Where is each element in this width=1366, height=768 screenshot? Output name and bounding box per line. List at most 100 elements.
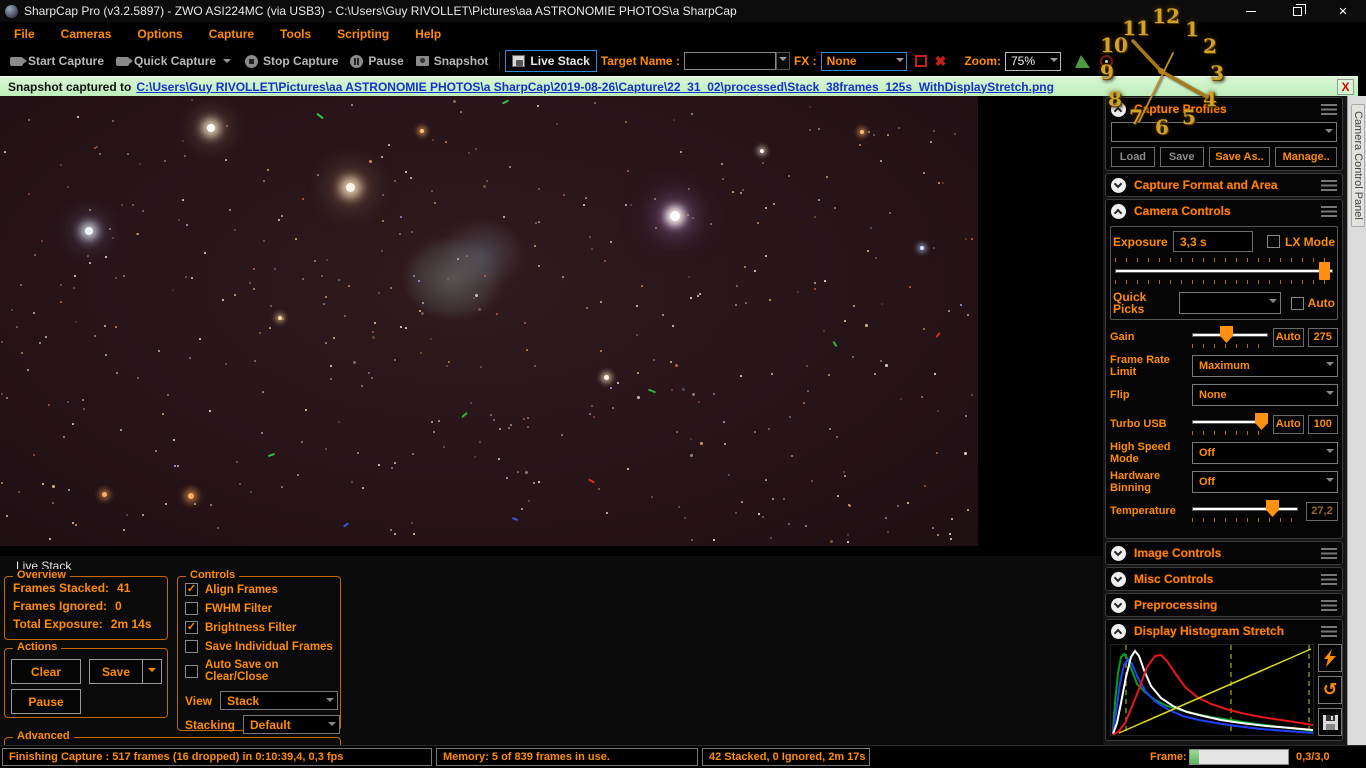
selection-area-icon[interactable] [914, 55, 927, 67]
exposure-value[interactable]: 3,3 s [1173, 231, 1253, 252]
star [388, 144, 390, 146]
flip-select[interactable]: None [1192, 384, 1338, 406]
menu-help[interactable]: Help [415, 27, 441, 41]
star [185, 276, 187, 278]
close-button[interactable]: ✕ [1320, 0, 1366, 22]
star [123, 275, 125, 277]
star [692, 217, 694, 219]
turbo-value[interactable]: 100 [1307, 414, 1338, 434]
save-dropdown-button[interactable] [142, 659, 162, 684]
exposure-slider[interactable] [1115, 262, 1333, 280]
view-select[interactable]: Stack [220, 691, 339, 710]
menu-cameras[interactable]: Cameras [61, 27, 112, 41]
menu-file[interactable]: File [14, 27, 35, 41]
high-speed-select[interactable]: Off [1192, 442, 1338, 464]
star [769, 299, 771, 301]
fx-select[interactable]: None [820, 51, 907, 71]
align-frames-checkbox[interactable]: ✓ [185, 583, 198, 596]
snapshot-button[interactable]: Snapshot [410, 51, 495, 71]
fwhm-filter-checkbox[interactable] [185, 602, 198, 615]
star [809, 106, 811, 108]
gain-auto-button[interactable]: Auto [1273, 327, 1304, 347]
minimize-button[interactable] [1228, 0, 1274, 22]
frames-ignored-value: 0 [115, 599, 122, 613]
section-menu-icon[interactable] [1321, 103, 1337, 115]
expand-icon[interactable] [1111, 571, 1126, 587]
star [394, 533, 396, 535]
section-menu-icon[interactable] [1321, 547, 1337, 559]
auto-stretch-button[interactable] [1318, 644, 1342, 672]
profile-select[interactable] [1111, 122, 1337, 142]
stacking-select[interactable]: Default [243, 715, 340, 734]
star [120, 429, 122, 431]
target-name-input[interactable] [683, 52, 776, 70]
expand-icon[interactable] [1111, 177, 1126, 193]
star [18, 491, 20, 493]
reticle-icon[interactable] [1100, 54, 1113, 68]
target-name-dropdown[interactable] [775, 52, 790, 70]
clear-button[interactable]: Clear [11, 659, 81, 684]
star [109, 228, 111, 230]
quick-picks-label: Quick Picks [1113, 290, 1147, 316]
save-as-button[interactable]: Save As.. [1208, 147, 1271, 167]
star [844, 320, 846, 322]
section-menu-icon[interactable] [1321, 205, 1337, 217]
menu-capture[interactable]: Capture [209, 27, 254, 41]
expand-icon[interactable] [1111, 597, 1126, 613]
brightness-filter-checkbox[interactable]: ✓ [185, 621, 198, 634]
section-menu-icon[interactable] [1321, 599, 1337, 611]
save-individual-frames-checkbox[interactable] [185, 640, 198, 653]
auto-save-checkbox[interactable] [185, 664, 198, 678]
live-stack-button[interactable]: Live Stack [505, 50, 597, 72]
section-menu-icon[interactable] [1321, 179, 1337, 191]
frame-rate-select[interactable]: Maximum [1192, 355, 1338, 377]
star [105, 354, 107, 356]
quick-capture-button[interactable]: Quick Capture [110, 51, 239, 71]
star [563, 194, 565, 196]
star [803, 402, 805, 404]
save-profile-button[interactable]: Save [1159, 147, 1204, 167]
star [691, 539, 693, 541]
zoom-select[interactable]: 75% [1005, 51, 1061, 71]
quick-picks-select[interactable] [1179, 292, 1281, 314]
expand-icon[interactable] [1111, 545, 1126, 561]
menu-scripting[interactable]: Scripting [337, 27, 389, 41]
star [431, 190, 433, 192]
notification-close-button[interactable]: X [1337, 79, 1354, 95]
star [372, 331, 374, 333]
manage-button[interactable]: Manage.. [1275, 147, 1337, 167]
start-capture-button[interactable]: Start Capture [4, 51, 110, 71]
restore-button[interactable] [1274, 0, 1320, 22]
section-menu-icon[interactable] [1321, 573, 1337, 585]
stop-capture-button[interactable]: Stop Capture [239, 51, 344, 71]
load-profile-button[interactable]: Load [1111, 147, 1155, 167]
reset-stretch-button[interactable]: ↺ [1318, 676, 1342, 704]
collapse-icon[interactable] [1111, 623, 1126, 639]
lx-mode-checkbox[interactable] [1267, 235, 1280, 248]
pause-button[interactable]: Pause [344, 51, 409, 71]
collapse-icon[interactable] [1111, 203, 1126, 219]
auto-exposure-checkbox[interactable] [1290, 296, 1304, 310]
histogram-icon[interactable] [1075, 54, 1090, 68]
gain-slider[interactable] [1192, 326, 1268, 344]
star [562, 276, 564, 278]
menu-tools[interactable]: Tools [280, 27, 311, 41]
star [344, 315, 346, 317]
turbo-auto-button[interactable]: Auto [1273, 414, 1304, 434]
collapse-icon[interactable] [1111, 101, 1126, 117]
star [400, 216, 402, 218]
stretch-histogram[interactable] [1110, 644, 1314, 736]
hardware-binning-select[interactable]: Off [1192, 471, 1338, 493]
camera-control-panel-tab[interactable]: Camera Control Panel [1351, 104, 1365, 227]
gain-value[interactable]: 275 [1307, 327, 1338, 347]
image-viewport[interactable] [0, 96, 1103, 556]
turbo-usb-slider[interactable] [1192, 413, 1268, 431]
snapshot-path-link[interactable]: C:\Users\Guy RIVOLLET\Pictures\aa ASTRON… [136, 80, 1054, 94]
save-stretch-button[interactable] [1318, 708, 1342, 736]
menu-options[interactable]: Options [137, 27, 182, 41]
save-button[interactable]: Save [89, 659, 143, 684]
star [967, 509, 969, 511]
section-menu-icon[interactable] [1321, 625, 1337, 637]
pause-stack-button[interactable]: Pause [11, 689, 81, 714]
clear-selection-icon[interactable]: ✖ [935, 54, 947, 68]
